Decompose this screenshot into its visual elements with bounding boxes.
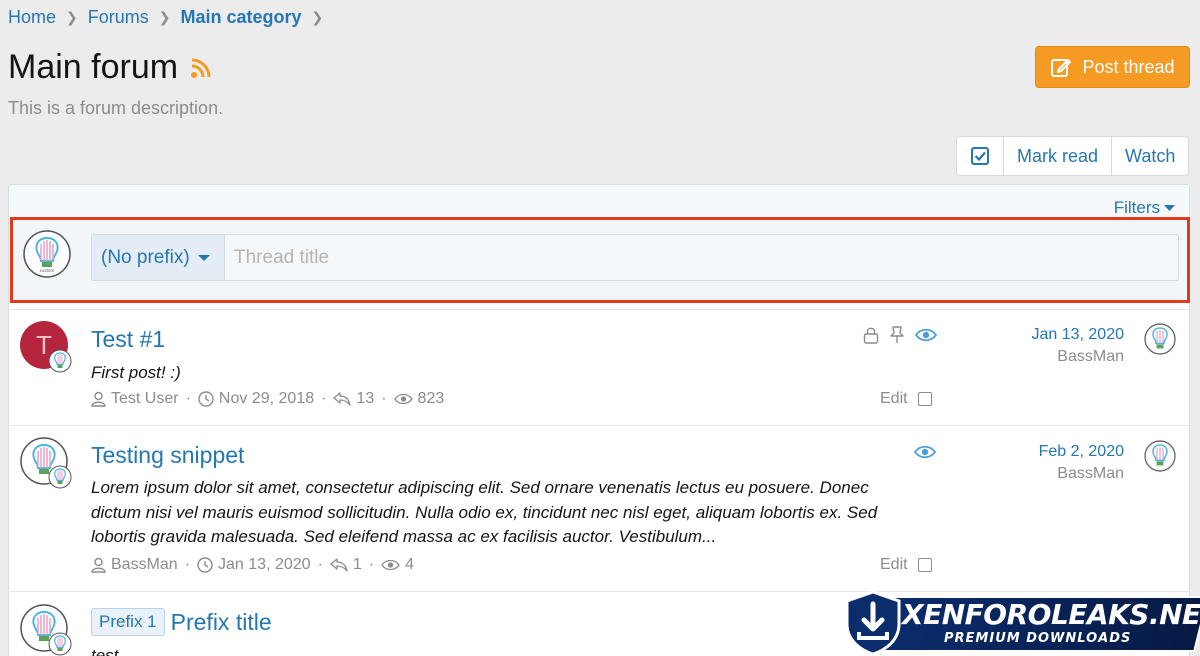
thread-title-row: Prefix 1 Prefix title bbox=[91, 608, 272, 636]
watermark-subtitle: PREMIUM DOWNLOADS bbox=[944, 631, 1132, 646]
thread-title-input[interactable] bbox=[225, 235, 1178, 280]
thread-prefix-label[interactable]: Prefix 1 bbox=[91, 608, 165, 636]
separator: · bbox=[317, 556, 323, 573]
latest-date[interactable]: Feb 2, 2020 bbox=[1039, 441, 1124, 463]
svg-text:custom: custom bbox=[40, 268, 55, 273]
latest-date[interactable]: Jan 13, 2020 bbox=[1031, 324, 1124, 346]
prefix-select[interactable]: (No prefix) bbox=[92, 235, 225, 280]
bulb-avatar-icon[interactable] bbox=[1144, 440, 1176, 472]
watermark-logo: XENFOROLEAKS.NET PREMIUM DOWNLOADS bbox=[842, 590, 1200, 656]
watch-button[interactable]: Watch bbox=[1112, 137, 1188, 175]
quick-thread-form: custom (No prefix) bbox=[10, 217, 1190, 303]
thread-title[interactable]: Prefix title bbox=[171, 609, 272, 635]
thread-author-avatar[interactable]: T bbox=[20, 321, 72, 373]
latest-user[interactable]: BassMan bbox=[1039, 463, 1124, 485]
thread-item: T Test #1 First post! :) Test User · Nov… bbox=[10, 309, 1190, 425]
thread-title[interactable]: Test #1 bbox=[91, 326, 165, 353]
select-threads-button[interactable] bbox=[957, 137, 1004, 175]
breadcrumb-forums[interactable]: Forums bbox=[88, 7, 149, 28]
page-title: Main forum bbox=[8, 48, 179, 86]
quick-thread-field: (No prefix) bbox=[91, 234, 1179, 281]
eye-icon bbox=[393, 393, 413, 405]
separator: · bbox=[368, 556, 375, 573]
thread-meta: Test User · Nov 29, 2018 · 13 · 823 bbox=[91, 390, 444, 408]
select-thread-checkbox[interactable] bbox=[917, 392, 932, 406]
thread-latest: Jan 13, 2020 BassMan bbox=[1031, 324, 1124, 368]
thread-edit-area: Edit bbox=[880, 556, 932, 574]
eye-icon bbox=[914, 445, 936, 459]
thread-edit-area: Edit bbox=[880, 390, 932, 408]
avatar[interactable]: custom bbox=[23, 230, 71, 283]
thread-author-avatar[interactable] bbox=[20, 437, 72, 490]
reply-icon bbox=[333, 392, 352, 406]
thread-author[interactable]: BassMan bbox=[111, 556, 178, 574]
thread-author-avatar[interactable] bbox=[20, 604, 72, 656]
reply-icon bbox=[330, 558, 348, 572]
view-count: 4 bbox=[405, 556, 415, 573]
caret-down-icon bbox=[1164, 205, 1175, 211]
chevron-right-icon: ❯ bbox=[66, 9, 78, 25]
edit-link[interactable]: Edit bbox=[880, 390, 908, 408]
thread-list: Filters custom (No prefix) Thread title … bbox=[8, 184, 1190, 656]
thread-snippet: Lorem ipsum dolor sit amet, consectetur … bbox=[91, 478, 878, 546]
separator: · bbox=[381, 390, 387, 407]
reply-count: 13 bbox=[356, 390, 375, 407]
lock-icon bbox=[863, 327, 879, 344]
filters-label: Filters bbox=[1113, 198, 1160, 217]
separator: · bbox=[184, 556, 191, 573]
bulb-avatar-icon: custom bbox=[23, 230, 71, 278]
bulb-avatar-icon[interactable] bbox=[48, 465, 72, 489]
breadcrumb-main-category[interactable]: Main category bbox=[181, 7, 302, 28]
thread-date[interactable]: Nov 29, 2018 bbox=[219, 390, 314, 408]
rss-icon[interactable] bbox=[190, 57, 212, 79]
page-description: This is a forum description. bbox=[8, 98, 224, 118]
chevron-right-icon: ❯ bbox=[311, 9, 324, 25]
eye-icon bbox=[915, 328, 937, 342]
eye-icon bbox=[381, 559, 400, 571]
checkbox-icon bbox=[971, 147, 989, 165]
forum-actions: Mark read Watch bbox=[956, 136, 1190, 176]
latest-user[interactable]: BassMan bbox=[1031, 346, 1124, 368]
thread-status-icons bbox=[914, 445, 936, 459]
thread-latest: Feb 2, 2020 BassMan bbox=[1039, 441, 1124, 485]
post-thread-label: Post thread bbox=[1082, 56, 1175, 77]
reply-count: 1 bbox=[352, 556, 362, 573]
bulb-avatar-icon[interactable] bbox=[48, 349, 72, 373]
post-thread-button[interactable]: Post thread bbox=[1035, 46, 1190, 88]
clock-icon bbox=[198, 391, 214, 407]
watermark-title: XENFOROLEAKS.NET bbox=[902, 598, 1200, 631]
chevron-right-icon: ❯ bbox=[158, 9, 171, 25]
prefix-select-label: (No prefix) bbox=[101, 246, 190, 268]
thread-date[interactable]: Jan 13, 2020 bbox=[218, 556, 311, 574]
breadcrumb: Home ❯ Forums ❯ Main category ❯ bbox=[8, 7, 333, 28]
bulb-avatar-icon[interactable] bbox=[1144, 323, 1176, 355]
bulb-avatar-icon[interactable] bbox=[48, 632, 72, 656]
separator: · bbox=[185, 390, 191, 407]
thread-author[interactable]: Test User bbox=[111, 390, 179, 408]
select-thread-checkbox[interactable] bbox=[917, 558, 932, 572]
caret-down-icon bbox=[197, 254, 210, 261]
view-count: 823 bbox=[417, 390, 445, 407]
thread-snippet: test bbox=[91, 646, 119, 656]
thread-item: Testing snippet Lorem ipsum dolor sit am… bbox=[10, 425, 1190, 591]
edit-icon bbox=[1051, 59, 1072, 77]
mark-read-button[interactable]: Mark read bbox=[1004, 137, 1113, 175]
download-shield-icon bbox=[845, 590, 901, 656]
page-title-row: Main forum bbox=[8, 48, 212, 87]
separator: · bbox=[321, 390, 327, 407]
filters-menu[interactable]: Filters bbox=[1114, 198, 1175, 218]
thread-status-icons bbox=[863, 326, 937, 344]
user-icon bbox=[91, 557, 106, 573]
clock-icon bbox=[197, 557, 213, 573]
thread-title[interactable]: Testing snippet bbox=[91, 442, 244, 469]
user-icon bbox=[91, 391, 106, 407]
breadcrumb-home[interactable]: Home bbox=[8, 7, 56, 28]
edit-link[interactable]: Edit bbox=[880, 556, 908, 574]
pin-icon bbox=[890, 326, 904, 343]
thread-meta: BassMan · Jan 13, 2020 · 1 · 4 bbox=[91, 556, 414, 574]
thread-snippet: First post! :) bbox=[91, 363, 181, 382]
